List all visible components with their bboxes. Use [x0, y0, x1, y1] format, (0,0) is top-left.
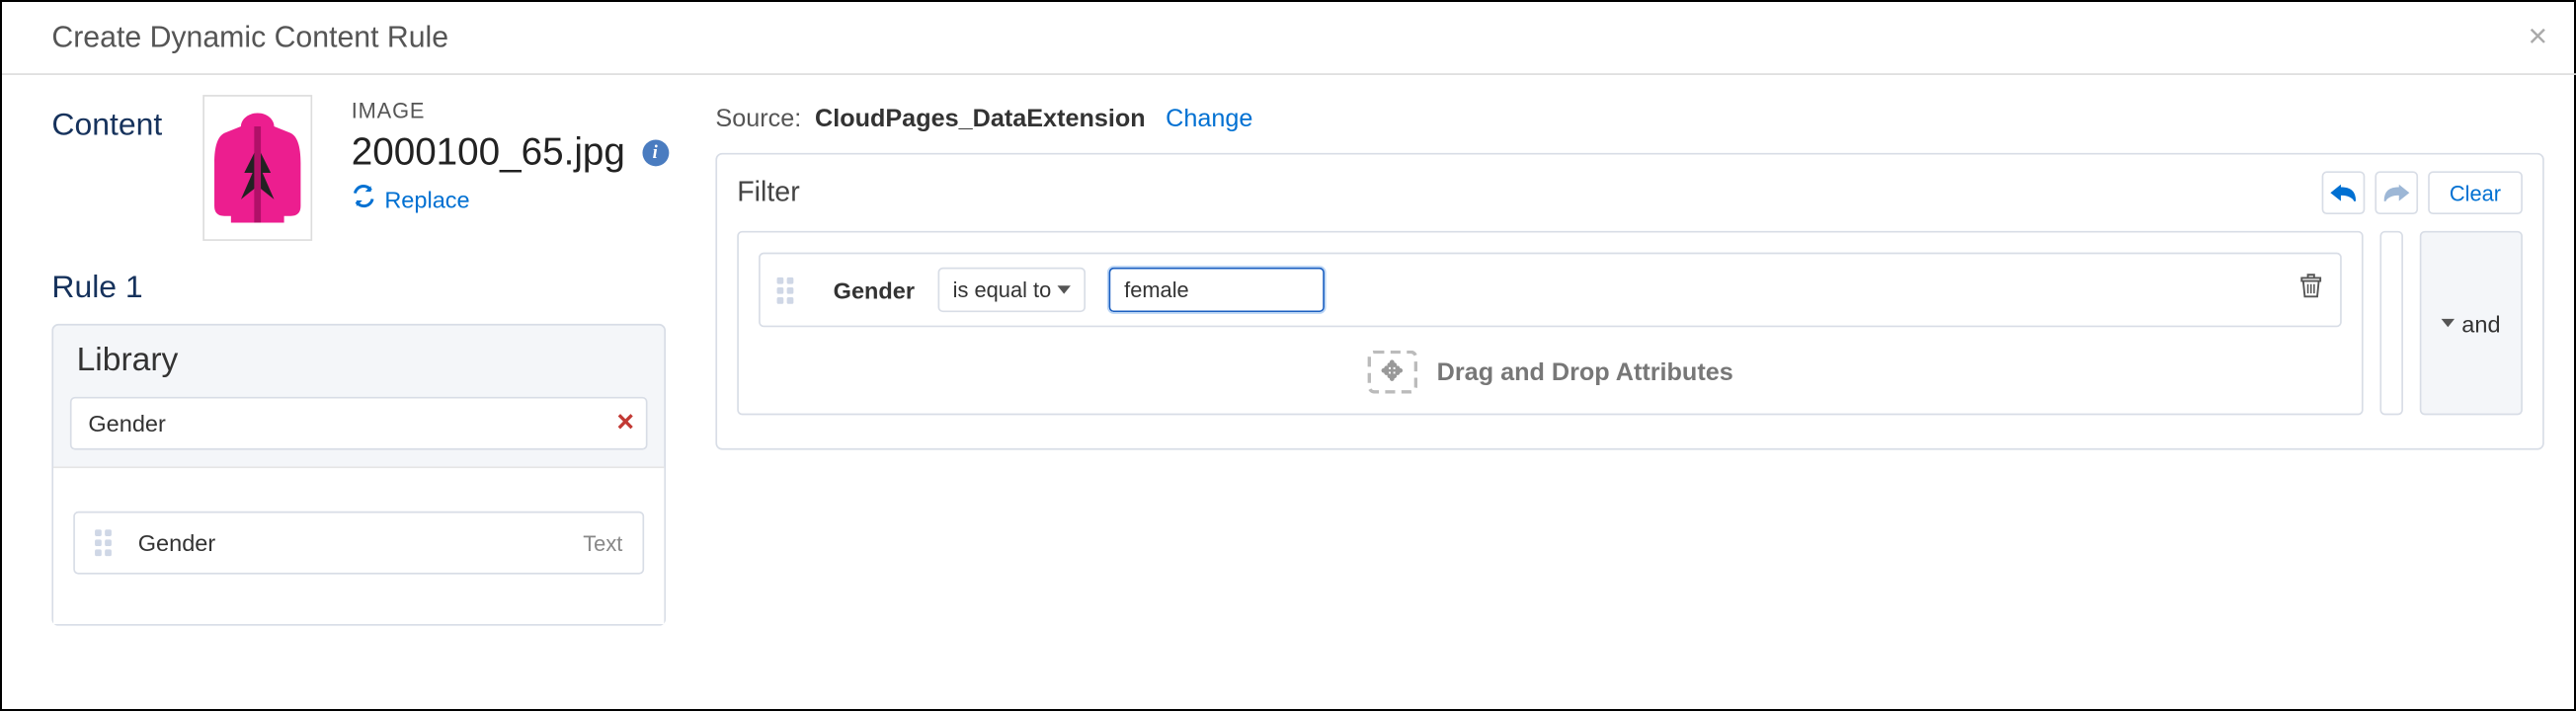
redo-button[interactable]: [2375, 171, 2418, 214]
chevron-down-icon: [2442, 319, 2455, 327]
filter-conditions: Gender is equal to ✥ Drag and Drop Attri…: [737, 231, 2363, 415]
drop-zone[interactable]: ✥ Drag and Drop Attributes: [759, 351, 2342, 394]
replace-icon: [352, 185, 375, 213]
modal-header: Create Dynamic Content Rule ×: [2, 2, 2576, 75]
drop-icon: ✥: [1367, 351, 1416, 394]
attribute-name: Gender: [138, 529, 215, 556]
content-label: Content: [51, 95, 162, 144]
content-type: IMAGE: [352, 98, 669, 122]
delete-condition-button[interactable]: [2298, 273, 2323, 307]
source-label: Source:: [715, 105, 801, 133]
chevron-down-icon: [1058, 285, 1071, 293]
jacket-icon: [203, 107, 310, 229]
info-icon[interactable]: i: [642, 139, 669, 166]
change-source-link[interactable]: Change: [1166, 105, 1252, 133]
library-title: Library: [53, 326, 664, 397]
filter-condition-row: Gender is equal to: [759, 253, 2342, 328]
replace-label: Replace: [384, 186, 469, 212]
clear-button[interactable]: Clear: [2428, 171, 2523, 214]
source-row: Source: CloudPages_DataExtension Change: [715, 95, 2543, 133]
and-operator-button[interactable]: and: [2420, 231, 2523, 415]
rule-title: Rule 1: [51, 271, 666, 307]
condition-value-input[interactable]: [1109, 268, 1325, 312]
drag-handle-icon[interactable]: [777, 277, 801, 303]
content-filename: 2000100_65.jpg i: [352, 129, 669, 174]
close-icon[interactable]: ×: [2528, 19, 2547, 57]
content-section: Content IMAGE 2000100_65.jpg i: [51, 95, 666, 241]
drop-label: Drag and Drop Attributes: [1437, 357, 1733, 386]
library-search-input[interactable]: [70, 397, 648, 450]
content-thumbnail[interactable]: [202, 95, 312, 241]
library-attribute-item[interactable]: Gender Text: [73, 512, 644, 575]
spacer-column: [2379, 231, 2403, 415]
filter-title: Filter: [737, 176, 799, 209]
library-panel: Library × Gender Text: [51, 324, 666, 626]
drag-handle-icon[interactable]: [95, 529, 119, 556]
filename-text: 2000100_65.jpg: [352, 129, 625, 174]
search-clear-icon[interactable]: ×: [616, 405, 634, 439]
filter-panel: Filter Clear G: [715, 153, 2543, 450]
condition-attribute: Gender: [834, 277, 915, 303]
undo-button[interactable]: [2322, 171, 2366, 214]
source-name: CloudPages_DataExtension: [815, 105, 1146, 133]
operator-select[interactable]: is equal to: [938, 268, 1087, 312]
modal-title: Create Dynamic Content Rule: [51, 20, 448, 54]
and-label: and: [2461, 310, 2500, 337]
attribute-type: Text: [583, 530, 622, 555]
replace-link[interactable]: Replace: [352, 185, 470, 213]
operator-label: is equal to: [953, 277, 1052, 302]
